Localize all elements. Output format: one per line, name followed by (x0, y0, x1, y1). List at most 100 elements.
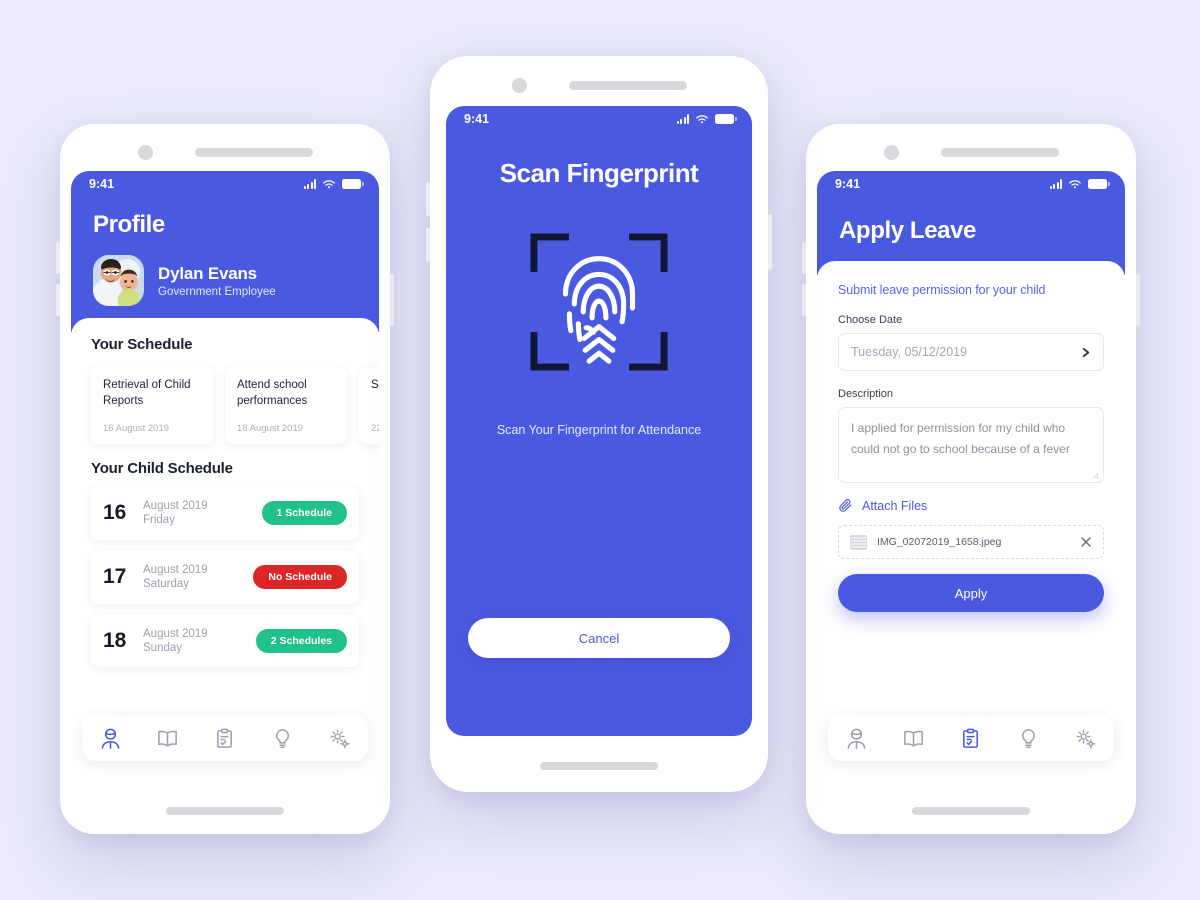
clipboard-icon[interactable] (213, 727, 236, 750)
avatar[interactable] (93, 255, 144, 306)
close-icon[interactable] (1080, 536, 1092, 548)
month-year: August 2019 (143, 500, 208, 512)
attach-files-button[interactable]: Attach Files (838, 498, 1104, 513)
volume-down-button[interactable] (426, 228, 430, 262)
list-item[interactable]: 16 August 2019 Friday 1 Schedule (91, 487, 359, 540)
date-text: August 2019 Friday (143, 499, 251, 528)
home-indicator (540, 762, 658, 770)
file-name: IMG_02072019_1658.jpeg (877, 536, 1002, 548)
home-indicator (166, 807, 284, 815)
home-indicator (912, 807, 1030, 815)
date-picker-field[interactable]: Tuesday, 05/12/2019 (838, 333, 1104, 371)
signal-bars-icon (1049, 179, 1062, 189)
gears-icon[interactable] (1074, 727, 1097, 750)
device-notch (430, 78, 768, 93)
page-title: Profile (93, 211, 165, 238)
status-badge: 1 Schedule (261, 501, 347, 526)
your-schedule-heading: Your Schedule (91, 336, 193, 353)
schedule-card-date: 18 August 2019 (237, 423, 304, 434)
mockup-stage: 9:41 Profile Dylan Evans Government Empl… (0, 0, 1200, 900)
scan-subtitle: Scan Your Fingerprint for Attendance (496, 423, 702, 437)
volume-up-button[interactable] (56, 242, 60, 274)
volume-up-button[interactable] (426, 182, 430, 216)
apply-leave-form: Submit leave permission for your child C… (817, 261, 1125, 787)
status-time: 9:41 (835, 177, 861, 191)
screen-profile: 9:41 Profile Dylan Evans Government Empl… (71, 171, 379, 787)
bottom-tabbar (828, 715, 1114, 761)
apply-button[interactable]: Apply (838, 574, 1104, 612)
schedule-card-title: Retrieval of Child Reports (103, 379, 191, 407)
earpiece-speaker (940, 148, 1059, 157)
power-button[interactable] (768, 214, 772, 270)
schedule-card[interactable]: Retrieval of Child Reports 16 August 201… (91, 367, 213, 444)
book-icon[interactable] (156, 727, 179, 750)
weekday: Sunday (143, 641, 183, 654)
wifi-icon (1069, 179, 1081, 188)
description-textarea[interactable]: I applied for permission for my child wh… (838, 407, 1104, 483)
date-text: August 2019 Sunday (143, 627, 245, 656)
status-bar: 9:41 (817, 171, 1125, 197)
employee-icon[interactable] (845, 727, 868, 750)
earpiece-speaker (568, 81, 687, 90)
screen-apply-leave: 9:41 Apply Leave Submit leave permission (817, 171, 1125, 787)
phone-device-apply-leave: 9:41 Apply Leave Submit leave permission (802, 124, 1140, 834)
lightbulb-icon[interactable] (1017, 727, 1040, 750)
child-schedule-list: 16 August 2019 Friday 1 Schedule 17 Augu… (71, 477, 379, 668)
power-button[interactable] (1136, 274, 1140, 326)
page-title: Apply Leave (839, 217, 976, 244)
status-bar: 9:41 (446, 106, 752, 132)
lightbulb-icon[interactable] (271, 727, 294, 750)
resize-handle[interactable] (1090, 470, 1099, 479)
employee-icon[interactable] (99, 727, 122, 750)
date-value: Tuesday, 05/12/2019 (851, 345, 968, 359)
wifi-icon (323, 179, 335, 188)
month-year: August 2019 (143, 563, 208, 576)
fingerprint-scan-icon[interactable] (530, 233, 668, 371)
child-schedule-heading: Your Child Schedule (91, 460, 233, 477)
attach-files-label: Attach Files (862, 498, 928, 513)
month-year: August 2019 (143, 627, 208, 640)
status-icons (1049, 179, 1110, 190)
schedule-card[interactable]: Attend school performances 18 August 201… (225, 367, 347, 444)
status-icons (676, 114, 737, 125)
clipboard-icon[interactable] (959, 727, 982, 750)
gears-icon[interactable] (328, 727, 351, 750)
front-camera-icon (883, 145, 899, 160)
day-number: 18 (103, 628, 127, 652)
book-icon[interactable] (902, 727, 925, 750)
device-notch (806, 145, 1136, 160)
volume-down-button[interactable] (802, 284, 806, 316)
power-button[interactable] (390, 274, 394, 326)
schedule-card[interactable]: Semester meeting 22 October 2019 (359, 367, 379, 444)
form-lead-text: Submit leave permission for your child (838, 283, 1046, 297)
attached-file-row: IMG_02072019_1658.jpeg (838, 525, 1104, 559)
status-badge: No Schedule (253, 565, 347, 590)
description-value: I applied for permission for my child wh… (851, 421, 1070, 456)
schedule-card-date: 22 October 2019 (371, 423, 379, 434)
description-label: Description (838, 388, 894, 400)
day-number: 17 (103, 565, 127, 589)
phone-device-profile: 9:41 Profile Dylan Evans Government Empl… (56, 124, 394, 834)
weekday: Saturday (143, 578, 190, 591)
battery-icon (715, 114, 737, 124)
front-camera-icon (511, 78, 527, 93)
earpiece-speaker (194, 148, 313, 157)
your-schedule-carousel[interactable]: Retrieval of Child Reports 16 August 201… (71, 353, 379, 460)
battery-icon (1088, 179, 1110, 189)
weekday: Friday (143, 514, 175, 527)
user-role: Government Employee (158, 285, 276, 298)
wifi-icon (696, 114, 708, 123)
status-badge: 2 Schedules (255, 628, 347, 653)
profile-summary: Dylan Evans Government Employee (71, 239, 379, 306)
choose-date-label: Choose Date (838, 314, 903, 326)
page-title: Scan Fingerprint (499, 158, 699, 188)
schedule-card-title: Semester meeting (371, 379, 379, 391)
volume-down-button[interactable] (56, 284, 60, 316)
list-item[interactable]: 18 August 2019 Sunday 2 Schedules (91, 614, 359, 668)
device-notch (60, 145, 390, 160)
volume-up-button[interactable] (802, 242, 806, 274)
list-item[interactable]: 17 August 2019 Saturday No Schedule (91, 550, 359, 604)
day-number: 16 (103, 501, 127, 525)
cancel-button[interactable]: Cancel (468, 618, 730, 658)
image-thumbnail-icon (850, 534, 867, 550)
